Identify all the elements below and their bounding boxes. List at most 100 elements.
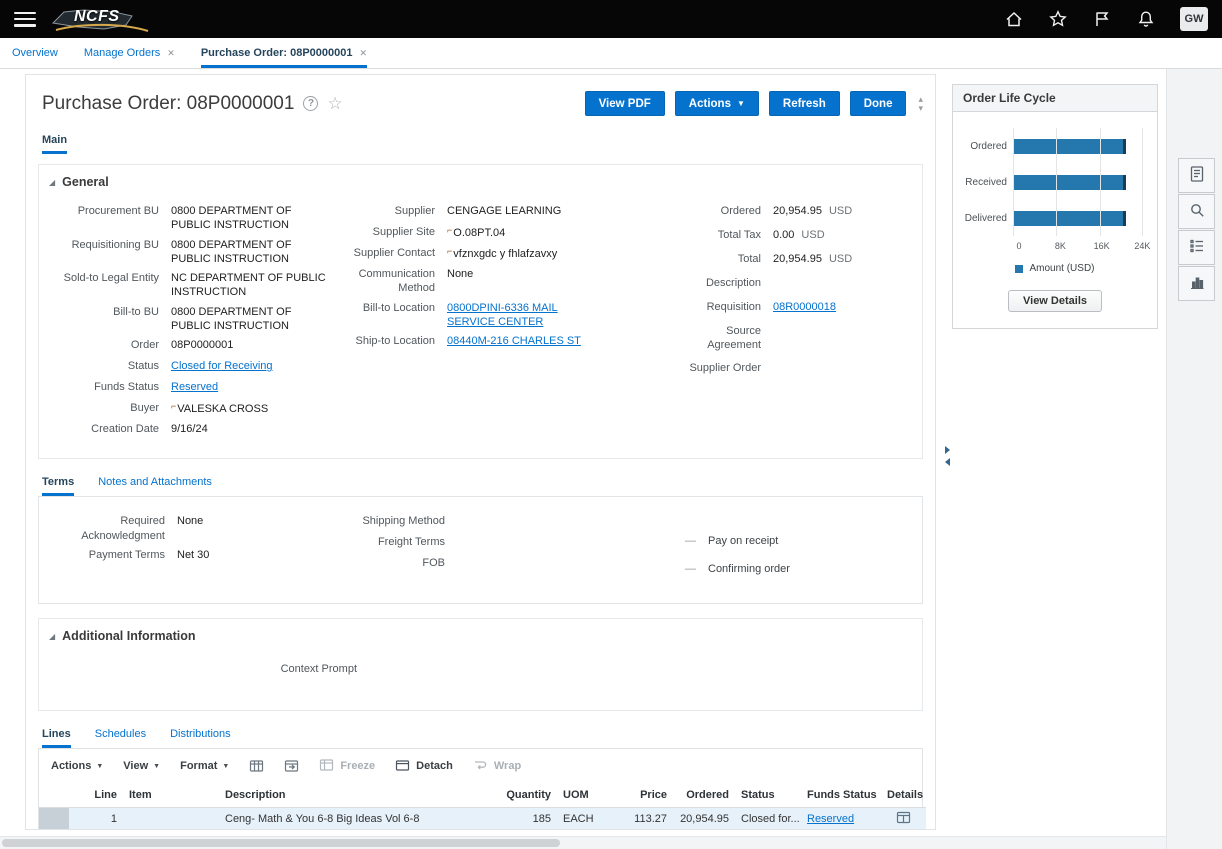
field-required-acknowledgment: Required Acknowledgment None	[47, 513, 349, 543]
column-header-description[interactable]: Description	[219, 783, 495, 808]
field-procurement-bu: Procurement BU 0800 DEPARTMENT OF PUBLIC…	[47, 203, 339, 233]
help-icon[interactable]	[303, 96, 318, 111]
refresh-button[interactable]: Refresh	[769, 91, 840, 116]
flag-icon[interactable]	[1092, 9, 1112, 29]
tab-purchase-order[interactable]: Purchase Order: 08P0000001	[201, 38, 367, 68]
column-header-funds-status[interactable]: Funds Status	[801, 783, 881, 808]
cell-description: Ceng- Math & You 6-8 Big Ideas Vol 6-8	[219, 808, 495, 830]
panel-title: Order Life Cycle	[953, 85, 1157, 112]
funds-status-link[interactable]: Reserved	[807, 813, 854, 825]
favorite-star-icon[interactable]: ☆	[327, 94, 342, 114]
field-label: Supplier	[339, 203, 447, 220]
bill-to-location-link[interactable]: 0800DPINI-6336 MAIL SERVICE CENTER	[447, 300, 593, 330]
checkbox-label: Confirming order	[708, 563, 790, 575]
field-requisition: Requisition 08R0000018	[677, 299, 914, 316]
additional-information-section: Additional Information Context Prompt	[38, 618, 923, 711]
hamburger-menu-icon[interactable]	[14, 12, 36, 27]
close-tab-icon[interactable]	[359, 48, 367, 59]
view-details-button[interactable]: View Details	[1008, 290, 1102, 312]
analytics-panel-button[interactable]	[1178, 266, 1215, 301]
column-header-status[interactable]: Status	[735, 783, 801, 808]
tab-distributions[interactable]: Distributions	[170, 728, 231, 748]
field-label: Freight Terms	[349, 534, 457, 551]
field-label: Supplier Order	[677, 360, 773, 377]
currency-suffix: USD	[829, 253, 852, 265]
column-header-item[interactable]: Item	[123, 783, 219, 808]
field-buyer: Buyer VALESKA CROSS	[47, 400, 339, 417]
detach-button[interactable]: Detach	[395, 758, 453, 775]
field-value: None	[447, 266, 473, 296]
favorites-star-icon[interactable]	[1048, 9, 1068, 29]
chevron-down-icon: ▾	[918, 104, 923, 113]
field-label: Ship-to Location	[339, 333, 447, 350]
field-label: Description	[677, 275, 773, 292]
scrollbar-thumb[interactable]	[2, 839, 560, 847]
tab-terms[interactable]: Terms	[42, 476, 74, 496]
page-header: Purchase Order: 08P0000001 ☆ View PDF Ac…	[26, 75, 935, 116]
actions-button[interactable]: Actions ▼	[675, 91, 759, 116]
collapse-header-chevrons[interactable]: ▴▾	[918, 95, 923, 113]
column-header-uom[interactable]: UOM	[557, 783, 607, 808]
lines-format-menu[interactable]: Format ▼	[180, 760, 229, 772]
home-icon[interactable]	[1004, 9, 1024, 29]
checkbox-label: Pay on receipt	[708, 535, 778, 547]
column-header-line[interactable]: Line	[69, 783, 123, 808]
tab-notes-and-attachments[interactable]: Notes and Attachments	[98, 476, 212, 496]
export-to-excel-icon[interactable]	[284, 759, 299, 773]
done-button[interactable]: Done	[850, 91, 907, 116]
search-panel-button[interactable]	[1178, 194, 1215, 229]
lines-subtabs: Lines Schedules Distributions	[26, 711, 935, 748]
field-value: Net 30	[177, 547, 209, 564]
field-value: 0800 DEPARTMENT OF PUBLIC INSTRUCTION	[171, 304, 331, 334]
order-life-cycle-chart: Ordered Received Delivered	[953, 112, 1157, 236]
list-icon	[1188, 237, 1206, 258]
global-header-icons: GW	[1004, 7, 1208, 31]
close-tab-icon[interactable]	[167, 48, 175, 59]
general-column-1: Procurement BU 0800 DEPARTMENT OF PUBLIC…	[47, 203, 339, 442]
field-label: FOB	[349, 555, 457, 572]
actions-button-label: Actions	[689, 98, 731, 110]
ncfs-logo[interactable]: NCFS	[50, 2, 154, 36]
field-sold-to-legal-entity: Sold-to Legal Entity NC DEPARTMENT OF PU…	[47, 270, 339, 300]
tab-manage-orders[interactable]: Manage Orders	[84, 38, 175, 68]
bar-received[interactable]	[1013, 175, 1126, 190]
tab-schedules[interactable]: Schedules	[95, 728, 146, 748]
funds-status-link[interactable]: Reserved	[171, 379, 218, 396]
x-tick: 8K	[1055, 241, 1066, 251]
lines-view-menu[interactable]: View ▼	[123, 760, 160, 772]
related-reports-button[interactable]	[1178, 158, 1215, 193]
tab-lines[interactable]: Lines	[42, 728, 71, 748]
requisition-link[interactable]: 08R0000018	[773, 299, 836, 316]
collapse-triangle-icon[interactable]	[49, 178, 55, 187]
field-requisitioning-bu: Requisitioning BU 0800 DEPARTMENT OF PUB…	[47, 237, 339, 267]
collapse-triangle-icon[interactable]	[49, 632, 55, 641]
table-row[interactable]: 1 Ceng- Math & You 6-8 Big Ideas Vol 6-8…	[39, 808, 926, 830]
ship-to-location-link[interactable]: 08440M-216 CHARLES ST	[447, 333, 581, 350]
row-selector-cell[interactable]	[39, 808, 69, 830]
view-pdf-button[interactable]: View PDF	[585, 91, 665, 116]
tab-main[interactable]: Main	[42, 134, 67, 154]
notes-list-button[interactable]	[1178, 230, 1215, 265]
bar-delivered[interactable]	[1013, 211, 1126, 226]
bar-ordered[interactable]	[1013, 139, 1126, 154]
terms-section: Required Acknowledgment None Payment Ter…	[38, 496, 923, 604]
field-value: 08P0000001	[171, 337, 233, 354]
x-tick: 0	[1016, 241, 1021, 251]
tab-overview[interactable]: Overview	[12, 38, 58, 68]
horizontal-scrollbar[interactable]	[0, 836, 1166, 849]
lines-actions-menu[interactable]: Actions ▼	[51, 760, 103, 772]
status-link[interactable]: Closed for Receiving	[171, 358, 273, 375]
user-avatar[interactable]: GW	[1180, 7, 1208, 31]
details-icon[interactable]	[896, 815, 911, 827]
select-columns-grid-icon[interactable]	[249, 759, 264, 773]
column-header-details[interactable]: Details	[881, 783, 926, 808]
column-header-ordered[interactable]: Ordered	[673, 783, 735, 808]
bell-icon[interactable]	[1136, 9, 1156, 29]
field-status: Status Closed for Receiving	[47, 358, 339, 375]
field-label: Total	[677, 251, 773, 268]
field-label: Total Tax	[677, 227, 773, 244]
column-header-price[interactable]: Price	[607, 783, 673, 808]
column-header-quantity[interactable]: Quantity	[495, 783, 557, 808]
panel-splitter-handle[interactable]	[941, 443, 953, 469]
chevron-down-icon: ▼	[153, 763, 160, 770]
